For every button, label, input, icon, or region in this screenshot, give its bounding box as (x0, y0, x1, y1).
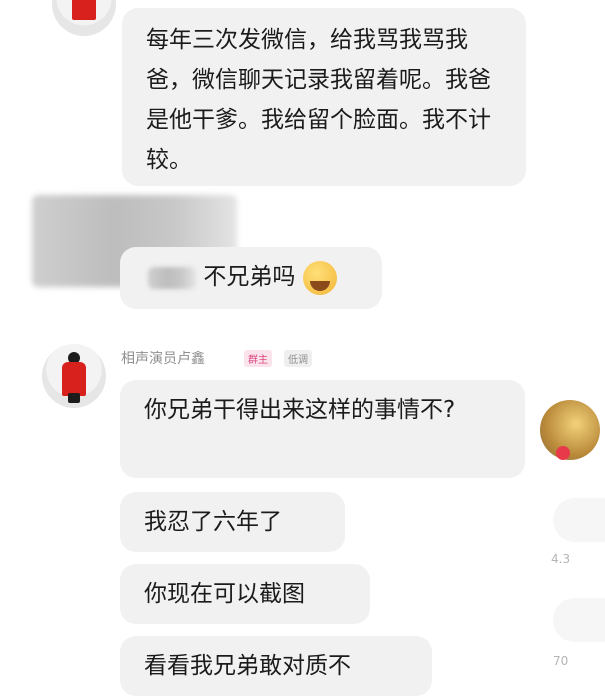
redacted-text (148, 266, 196, 289)
message-bubble[interactable]: 你兄弟干得出来这样的事情不? (120, 380, 525, 478)
side-panel-card (553, 598, 605, 642)
message-text: 看看我兄弟敢对质不 (144, 653, 351, 679)
crying-emoji-icon (302, 260, 337, 295)
side-count: 70 (553, 654, 569, 668)
side-panel-card (553, 498, 605, 542)
message-bubble[interactable]: 不兄弟吗 (120, 247, 382, 309)
message-bubble[interactable]: 我忍了六年了 (120, 492, 345, 552)
status-badge: 低调 (284, 350, 312, 367)
avatar[interactable] (42, 344, 106, 408)
message-bubble[interactable]: 每年三次发微信，给我骂我骂我爸，微信聊天记录我留着呢。我爸是他干爹。我给留个脸面… (122, 8, 526, 186)
message-bubble[interactable]: 你现在可以截图 (120, 564, 370, 624)
message-text: 你兄弟干得出来这样的事情不? (144, 397, 456, 423)
message-text: 你现在可以截图 (144, 581, 305, 607)
avatar-figure-body (62, 362, 86, 396)
avatar-figure-legs (68, 393, 80, 403)
side-avatar[interactable] (540, 400, 600, 460)
sender-name[interactable]: 相声演员卢鑫 (121, 348, 205, 368)
avatar-figure-body (72, 0, 96, 20)
message-text: 每年三次发微信，给我骂我骂我爸，微信聊天记录我留着呢。我爸是他干爹。我给留个脸面… (146, 27, 491, 173)
message-text: 不兄弟吗 (203, 264, 296, 290)
group-owner-badge: 群主 (244, 350, 272, 367)
avatar-top[interactable] (52, 0, 116, 36)
side-notification-dot (556, 446, 570, 460)
message-text: 我忍了六年了 (144, 509, 282, 535)
message-bubble[interactable]: 看看我兄弟敢对质不 (120, 636, 432, 696)
side-count: 4.3 (551, 552, 571, 566)
